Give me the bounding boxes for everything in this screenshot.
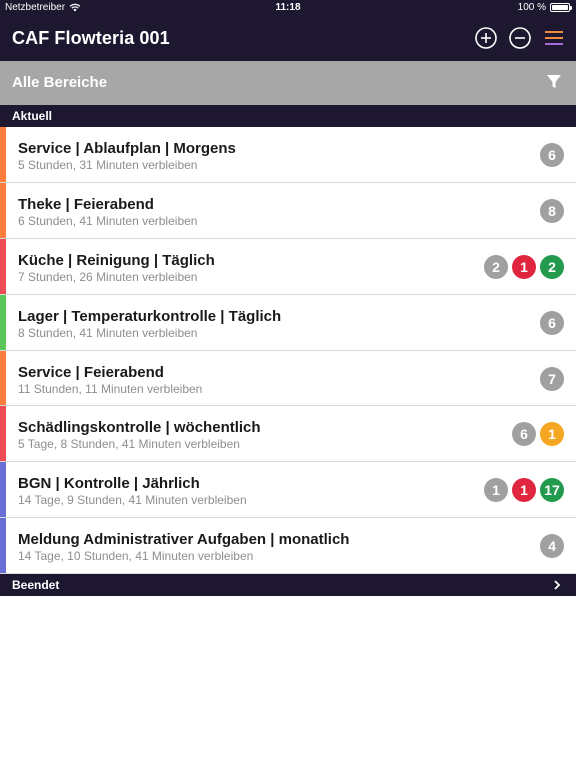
task-title: Service | Feierabend xyxy=(18,363,164,381)
count-badge: 7 xyxy=(540,366,564,391)
list-item[interactable]: BGN | Kontrolle | Jährlich 14 Tage, 9 Stu… xyxy=(0,462,576,519)
count-badge: 1 xyxy=(540,422,564,447)
badge-group: 7 xyxy=(540,366,564,391)
category-color-stripe xyxy=(0,238,6,294)
task-time-remaining: 11 Stunden, 11 Minuten verbleiben xyxy=(18,381,203,396)
list-item[interactable]: Küche | Reinigung | Täglich 7 Stunden, 26… xyxy=(0,238,576,295)
list-item[interactable]: Meldung Administrativer Aufgaben | monat… xyxy=(0,518,576,574)
count-badge: 2 xyxy=(484,254,508,279)
badge-group: 61 xyxy=(512,422,564,447)
category-color-stripe xyxy=(0,406,6,462)
list-item[interactable]: Lager | Temperaturkontrolle | Täglich 8 S… xyxy=(0,294,576,351)
badge-group: 6 xyxy=(540,143,564,167)
badge-group: 1 1 17 xyxy=(484,478,564,503)
list-item[interactable]: Service | Ablaufplan | Morgens 5 Stunden,… xyxy=(0,127,576,183)
count-badge: 1 xyxy=(484,478,508,503)
battery-icon xyxy=(550,3,572,12)
count-badge: 4 xyxy=(540,534,564,559)
section-label-current: Aktuell xyxy=(12,109,53,123)
battery-percent: 100 % xyxy=(517,2,546,13)
task-title: Schädlingskontrolle | wöchentlich xyxy=(18,419,261,437)
filter-title: Alle Bereiche xyxy=(12,74,108,91)
task-title: Lager | Temperaturkontrolle | Täglich xyxy=(18,307,282,325)
task-list: Service | Ablaufplan | Morgens 5 Stunden,… xyxy=(0,127,576,574)
task-time-remaining: 6 Stunden, 41 Minuten verbleiben xyxy=(18,213,198,228)
section-header-done[interactable]: Beendet xyxy=(0,574,576,596)
category-color-stripe xyxy=(0,350,6,406)
task-title: Meldung Administrativer Aufgaben | monat… xyxy=(18,531,350,549)
badge-group: 8 xyxy=(540,198,564,223)
count-badge: 1 xyxy=(512,478,536,503)
status-bar: Netzbetreiber 11:18 100 % xyxy=(0,0,576,16)
task-time-remaining: 14 Tage, 9 Stunden, 41 Minuten verbleibe… xyxy=(18,493,247,508)
count-badge: 6 xyxy=(540,143,564,167)
badge-group: 212 xyxy=(484,254,564,279)
category-color-stripe xyxy=(0,518,6,573)
category-color-stripe xyxy=(0,182,6,238)
list-item[interactable]: Service | Feierabend 11 Stunden, 11 Minut… xyxy=(0,350,576,407)
badge-group: 6 xyxy=(540,310,564,335)
category-color-stripe xyxy=(0,127,6,182)
task-title: Theke | Feierabend xyxy=(18,195,154,213)
count-badge: 6 xyxy=(540,310,564,335)
count-badge: 17 xyxy=(540,478,564,503)
filter-icon[interactable] xyxy=(546,74,562,90)
task-time-remaining: 14 Tage, 10 Stunden, 41 Minuten verbleib… xyxy=(18,549,254,564)
list-item[interactable]: Theke | Feierabend 6 Stunden, 41 Minuten … xyxy=(0,182,576,239)
count-badge: 1 xyxy=(512,254,536,279)
plus-circle-icon[interactable] xyxy=(474,26,498,50)
count-badge: 8 xyxy=(540,198,564,223)
category-color-stripe xyxy=(0,294,6,350)
menu-icon[interactable] xyxy=(542,26,566,50)
task-title: Service | Ablaufplan | Morgens xyxy=(18,140,236,157)
category-color-stripe xyxy=(0,462,6,518)
chevron-right-icon xyxy=(554,580,561,590)
section-header-current: Aktuell xyxy=(0,105,576,127)
count-badge: 2 xyxy=(540,254,564,279)
task-time-remaining: 7 Stunden, 26 Minuten verbleiben xyxy=(18,269,198,284)
task-title: Küche | Reinigung | Täglich xyxy=(18,251,215,269)
task-time-remaining: 8 Stunden, 41 Minuten verbleiben xyxy=(18,325,198,340)
badge-group: 4 xyxy=(540,534,564,559)
count-badge: 6 xyxy=(512,422,536,447)
minus-circle-icon[interactable] xyxy=(508,26,532,50)
task-time-remaining: 5 Tage, 8 Stunden, 41 Minuten verbleiben xyxy=(18,437,240,452)
task-title: BGN | Kontrolle | Jährlich xyxy=(18,475,200,493)
status-time: 11:18 xyxy=(275,2,301,13)
task-time-remaining: 5 Stunden, 31 Minuten verbleiben xyxy=(18,158,198,172)
filter-bar[interactable]: Alle Bereiche xyxy=(0,61,576,105)
battery-info: 100 % xyxy=(517,2,572,13)
section-label-done: Beendet xyxy=(12,578,60,592)
page-title: CAF Flowteria 001 xyxy=(12,28,170,48)
list-item[interactable]: Schädlingskontrolle | wöchentlich 5 Tage,… xyxy=(0,406,576,463)
nav-bar: CAF Flowteria 001 xyxy=(0,16,576,61)
